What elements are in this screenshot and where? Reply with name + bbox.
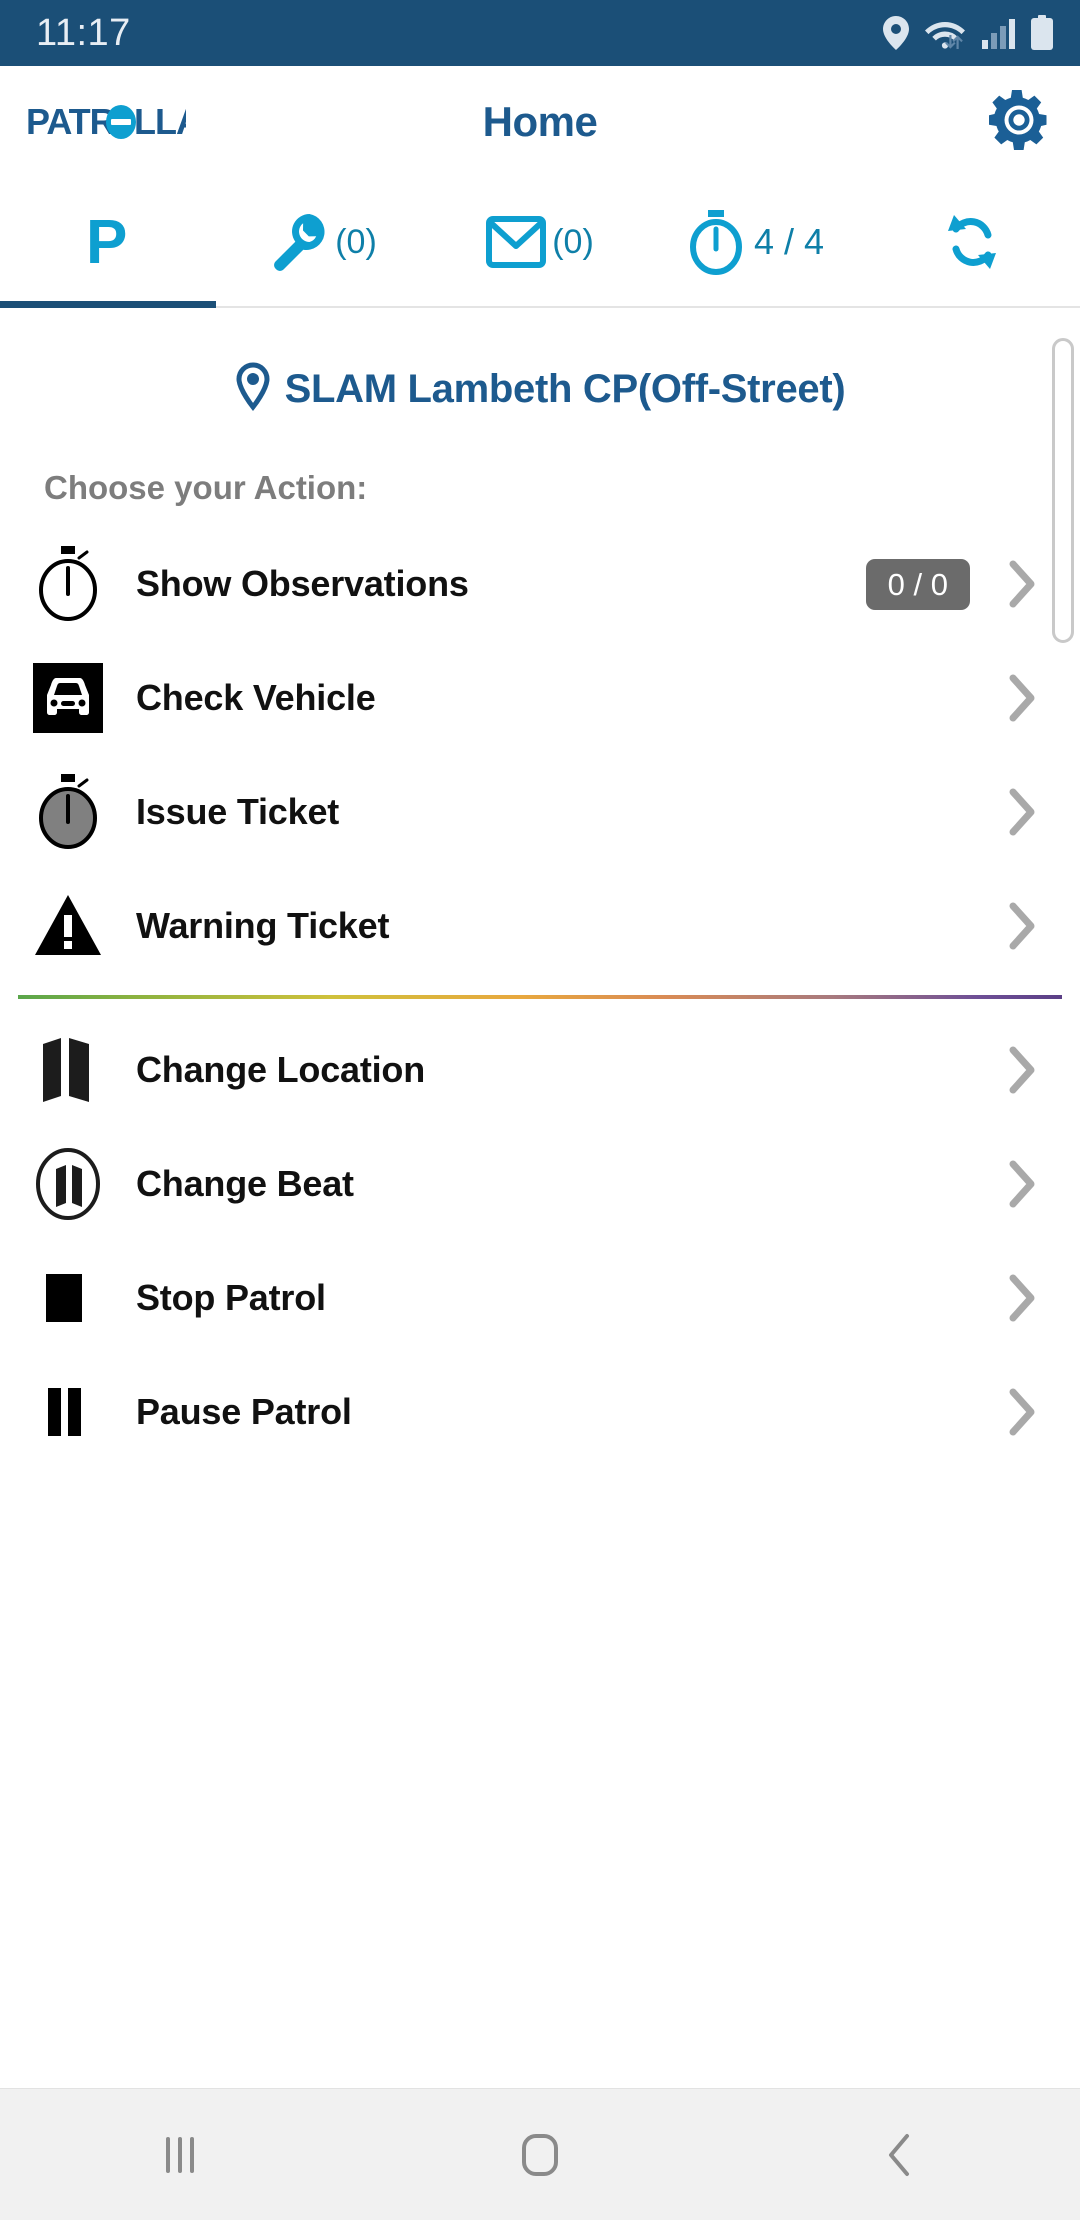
recents-icon: [158, 2131, 202, 2179]
location-name: SLAM Lambeth CP(Off-Street): [284, 367, 846, 411]
tab-messages-count: (0): [552, 222, 594, 261]
tab-maintenance[interactable]: (0): [216, 178, 432, 306]
cellular-signal-icon: [981, 16, 1015, 50]
chevron-right-icon: [1000, 1046, 1046, 1094]
action-label: Pause Patrol: [136, 1391, 352, 1432]
svg-text:PATR: PATR: [26, 101, 116, 142]
chevron-right-icon: [1000, 1388, 1046, 1436]
action-row-stop-patrol[interactable]: Stop Patrol: [0, 1241, 1080, 1355]
action-label: Check Vehicle: [136, 677, 376, 718]
action-row-change-location[interactable]: Change Location: [0, 1013, 1080, 1127]
tab-messages[interactable]: (0): [432, 178, 648, 306]
pause-bars-icon: [0, 1386, 136, 1438]
action-label: Stop Patrol: [136, 1277, 326, 1318]
gear-icon: [988, 89, 1050, 156]
observations-count-badge: 0 / 0: [865, 558, 970, 610]
action-row-show-observations[interactable]: Show Observations 0 / 0: [0, 527, 1080, 641]
parking-p-icon: P: [86, 211, 130, 273]
section-gradient-divider: [18, 995, 1062, 999]
android-navigation-bar: [0, 2088, 1080, 2220]
status-bar-clock: 11:17: [36, 11, 131, 54]
action-row-check-vehicle[interactable]: Check Vehicle: [0, 641, 1080, 755]
location-pin-icon: [883, 16, 909, 50]
patrolla-logo: PATR LLA: [26, 99, 186, 145]
svg-text:P: P: [86, 211, 127, 273]
action-label: Change Location: [136, 1049, 426, 1090]
action-label: Warning Ticket: [136, 905, 390, 946]
action-row-warning-ticket[interactable]: Warning Ticket: [0, 869, 1080, 983]
stopwatch-filled-icon: [0, 774, 136, 850]
vehicle-front-icon: [0, 663, 136, 733]
action-list: Show Observations 0 / 0 Check Vehicle Is…: [0, 527, 1080, 1469]
tab-maintenance-count: (0): [335, 222, 377, 261]
chevron-right-icon: [1000, 674, 1046, 722]
warning-triangle-icon: [0, 893, 136, 959]
status-bar-icons: [883, 15, 1054, 51]
action-label: Issue Ticket: [136, 791, 340, 832]
svg-text:LLA: LLA: [134, 101, 186, 142]
chevron-right-icon: [1000, 1160, 1046, 1208]
home-icon: [516, 2131, 564, 2179]
envelope-icon: [486, 214, 547, 270]
map-fold-icon: [0, 1036, 136, 1104]
back-button[interactable]: [720, 2131, 1080, 2179]
chevron-right-icon: [1000, 1274, 1046, 1322]
tab-sync[interactable]: [864, 178, 1080, 306]
chevron-right-icon: [1000, 788, 1046, 836]
tab-patrol[interactable]: P: [0, 178, 216, 308]
settings-button[interactable]: [988, 89, 1050, 156]
beat-circle-icon: [0, 1147, 136, 1221]
status-bar: 11:17: [0, 0, 1080, 66]
sync-refresh-icon: [944, 211, 1000, 273]
action-label: Show Observations: [136, 563, 469, 604]
tab-observations[interactable]: 4 / 4: [648, 178, 864, 306]
choose-action-heading: Choose your Action:: [44, 469, 368, 506]
location-header: SLAM Lambeth CP(Off-Street): [0, 308, 1080, 417]
app-screen: 11:17 PATR LL Home P (0) (0) 4 / 4 SLAM …: [0, 0, 1080, 2220]
map-pin-icon: [235, 362, 271, 417]
chevron-right-icon: [1000, 560, 1046, 608]
action-row-pause-patrol[interactable]: Pause Patrol: [0, 1355, 1080, 1469]
wrench-icon: [271, 212, 329, 272]
action-label: Change Beat: [136, 1163, 354, 1204]
tab-bar: P (0) (0) 4 / 4: [0, 178, 1080, 308]
battery-icon: [1030, 15, 1054, 51]
recents-button[interactable]: [0, 2131, 360, 2179]
app-bar: PATR LLA Home: [0, 66, 1080, 178]
stop-square-icon: [0, 1272, 136, 1324]
home-button[interactable]: [360, 2131, 720, 2179]
action-row-issue-ticket[interactable]: Issue Ticket: [0, 755, 1080, 869]
main-content: SLAM Lambeth CP(Off-Street) Choose your …: [0, 308, 1080, 2088]
stopwatch-icon: [688, 209, 744, 275]
chevron-right-icon: [1000, 902, 1046, 950]
tab-observations-count: 4 / 4: [753, 221, 825, 262]
wifi-icon: [924, 16, 966, 50]
stopwatch-outline-icon: [0, 546, 136, 622]
back-icon: [881, 2131, 919, 2179]
action-row-change-beat[interactable]: Change Beat: [0, 1127, 1080, 1241]
